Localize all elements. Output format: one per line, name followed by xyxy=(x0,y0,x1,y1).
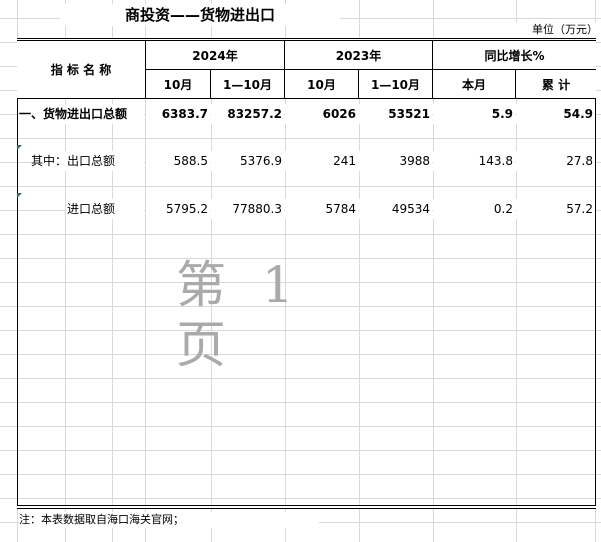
cell-ytd-2023: 49534 xyxy=(359,199,432,219)
footnote: 注：本表数据取自海口海关官网； xyxy=(19,512,319,528)
table-header: 指 标 名 称 2024年 2023年 同比增长% 10月 1—10月 10月 … xyxy=(17,38,596,99)
cell-ytd-2023: 53521 xyxy=(359,104,432,124)
cell-growth-cumulative: 27.8 xyxy=(516,151,595,171)
header-growth: 同比增长% xyxy=(484,48,545,63)
table-row: 其中：出口总额 588.5 5376.9 241 3988 143.8 27.8 xyxy=(17,151,596,171)
table-bottom-border xyxy=(17,505,596,509)
unit-label: 单位（万元） xyxy=(512,22,598,38)
cell-month-2023: 5784 xyxy=(285,199,358,219)
cell-growth-cumulative: 54.9 xyxy=(516,104,595,124)
cell-month-2023: 6026 xyxy=(285,104,358,124)
cell-growth-month: 143.8 xyxy=(433,151,515,171)
cell-ytd-2024: 83257.2 xyxy=(211,104,284,124)
header-cumulative: 累 计 xyxy=(541,77,571,92)
cell-month-2023: 241 xyxy=(285,151,358,171)
cell-growth-month: 5.9 xyxy=(433,104,515,124)
header-ytd-2024: 1—10月 xyxy=(222,77,273,92)
table-row: 进口总额 5795.2 77880.3 5784 49534 0.2 57.2 xyxy=(17,199,596,219)
table-row: 一、货物进出口总额 6383.7 83257.2 6026 53521 5.9 … xyxy=(17,104,596,124)
cell-ytd-2024: 77880.3 xyxy=(211,199,284,219)
header-year-2023: 2023年 xyxy=(335,48,382,63)
cell-ytd-2024: 5376.9 xyxy=(211,151,284,171)
cell-month-2024: 588.5 xyxy=(146,151,210,171)
header-this-month: 本月 xyxy=(461,77,486,92)
header-year-2024: 2024年 xyxy=(192,48,238,63)
cell-marker-icon xyxy=(17,193,22,198)
sheet-title: 商投资——货物进出口 xyxy=(60,4,340,26)
header-indicator: 指 标 名 称 xyxy=(50,63,112,77)
cell-growth-month: 0.2 xyxy=(433,199,515,219)
row-label: 其中：出口总额 xyxy=(31,151,144,171)
page-watermark: 第 1 页 xyxy=(176,256,304,374)
row-label: 进口总额 xyxy=(67,199,144,219)
cell-month-2024: 6383.7 xyxy=(146,104,210,124)
header-ytd-2023: 1—10月 xyxy=(370,77,421,92)
header-month-2023: 10月 xyxy=(307,77,336,92)
cell-month-2024: 5795.2 xyxy=(146,199,210,219)
cell-ytd-2023: 3988 xyxy=(359,151,432,171)
cell-growth-cumulative: 57.2 xyxy=(516,199,595,219)
cell-marker-icon xyxy=(17,145,22,150)
row-label: 一、货物进出口总额 xyxy=(19,104,144,124)
header-month-2024: 10月 xyxy=(163,77,193,92)
